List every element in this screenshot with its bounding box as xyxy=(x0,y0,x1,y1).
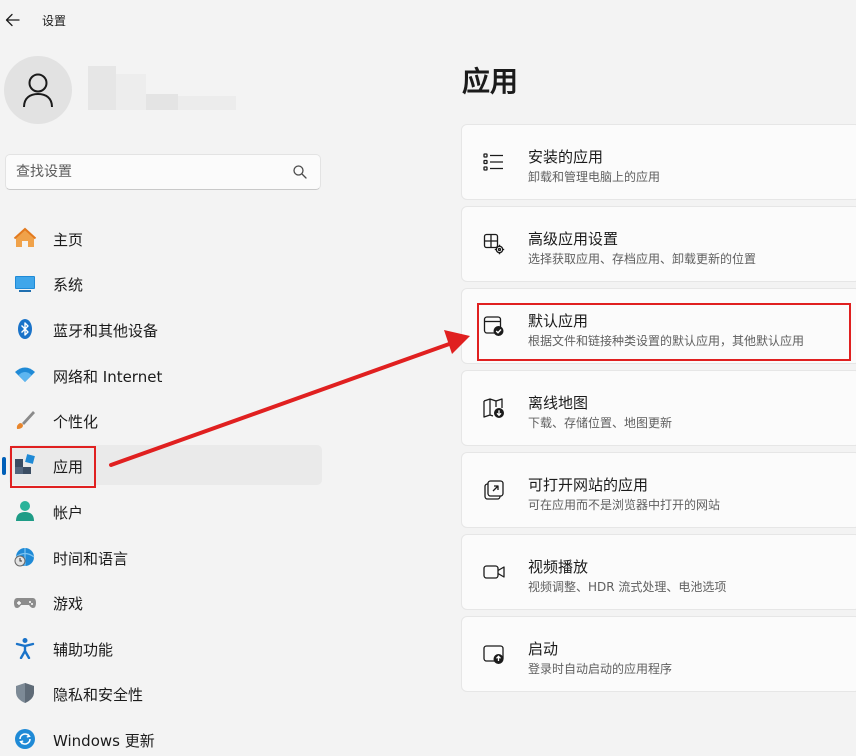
card-title: 启动 xyxy=(528,640,559,658)
advanced-app-settings-icon xyxy=(483,233,505,255)
sidebar-item-network[interactable]: 网络和 Internet xyxy=(9,355,322,395)
sidebar-item-time-language[interactable]: 时间和语言 xyxy=(9,537,322,577)
bluetooth-icon xyxy=(13,318,37,340)
card-offline-maps[interactable]: 离线地图 下载、存储位置、地图更新 xyxy=(461,370,856,446)
open-website-icon xyxy=(484,480,504,500)
card-title: 视频播放 xyxy=(528,558,589,576)
account-icon xyxy=(13,500,37,522)
card-startup[interactable]: 启动 登录时自动启动的应用程序 xyxy=(461,616,856,692)
sidebar-item-gaming[interactable]: 游戏 xyxy=(9,582,322,622)
card-subtitle: 视频调整、HDR 流式处理、电池选项 xyxy=(528,580,727,594)
sidebar-item-label: 隐私和安全性 xyxy=(53,686,144,704)
card-subtitle: 登录时自动启动的应用程序 xyxy=(528,662,673,676)
sidebar-item-label: 蓝牙和其他设备 xyxy=(53,322,159,340)
sidebar-item-privacy[interactable]: 隐私和安全性 xyxy=(9,673,322,713)
title-bar: 设置 xyxy=(0,0,856,40)
sidebar-item-bluetooth[interactable]: 蓝牙和其他设备 xyxy=(9,309,322,349)
card-subtitle: 卸载和管理电脑上的应用 xyxy=(528,170,661,184)
card-subtitle: 可在应用而不是浏览器中打开的网站 xyxy=(528,498,721,512)
sidebar-item-windows-update[interactable]: Windows 更新 xyxy=(9,719,322,756)
card-title: 离线地图 xyxy=(528,394,589,412)
wifi-icon xyxy=(13,364,37,386)
startup-icon xyxy=(483,645,504,664)
windows-update-icon xyxy=(13,728,37,750)
card-installed-apps[interactable]: 安装的应用 卸载和管理电脑上的应用 xyxy=(461,124,856,200)
card-subtitle: 下载、存储位置、地图更新 xyxy=(528,416,673,430)
card-video-playback[interactable]: 视频播放 视频调整、HDR 流式处理、电池选项 xyxy=(461,534,856,610)
window-title: 设置 xyxy=(42,14,67,28)
highlight-box-apps xyxy=(10,446,96,488)
card-apps-for-websites[interactable]: 可打开网站的应用 可在应用而不是浏览器中打开的网站 xyxy=(461,452,856,528)
card-advanced-app-settings[interactable]: 高级应用设置 选择获取应用、存档应用、卸载更新的位置 xyxy=(461,206,856,282)
sidebar-item-label: 帐户 xyxy=(53,504,84,522)
accessibility-icon xyxy=(13,637,37,659)
search-input[interactable] xyxy=(6,155,286,189)
active-indicator xyxy=(2,457,6,475)
list-icon xyxy=(483,153,503,171)
time-language-icon xyxy=(13,546,37,568)
card-title: 高级应用设置 xyxy=(528,230,619,248)
avatar[interactable] xyxy=(4,56,72,124)
sidebar-item-label: 辅助功能 xyxy=(53,641,114,659)
shield-icon xyxy=(13,682,37,704)
sidebar-item-label: 系统 xyxy=(53,276,84,294)
sidebar-item-accounts[interactable]: 帐户 xyxy=(9,491,322,531)
video-camera-icon xyxy=(483,565,505,579)
search-box[interactable] xyxy=(5,154,321,190)
offline-map-icon xyxy=(483,398,504,418)
back-arrow-icon xyxy=(5,13,20,27)
system-icon xyxy=(13,272,37,294)
highlight-box-default-apps xyxy=(477,303,851,361)
sidebar-item-personalization[interactable]: 个性化 xyxy=(9,400,322,440)
home-icon xyxy=(13,227,37,249)
sidebar-item-accessibility[interactable]: 辅助功能 xyxy=(9,628,322,668)
gamepad-icon xyxy=(13,591,37,613)
sidebar-item-label: 个性化 xyxy=(53,413,99,431)
sidebar-item-label: 游戏 xyxy=(53,595,84,613)
user-icon xyxy=(23,73,53,108)
card-subtitle: 选择获取应用、存档应用、卸载更新的位置 xyxy=(528,252,757,266)
search-icon[interactable] xyxy=(292,164,308,180)
brush-icon xyxy=(13,409,37,431)
blurred-username xyxy=(88,66,236,110)
sidebar-item-label: 时间和语言 xyxy=(53,550,129,568)
page-title: 应用 xyxy=(462,65,519,98)
sidebar-item-label: 网络和 Internet xyxy=(53,368,163,386)
sidebar-item-system[interactable]: 系统 xyxy=(9,263,322,303)
card-title: 可打开网站的应用 xyxy=(528,476,649,494)
card-title: 安装的应用 xyxy=(528,148,604,166)
sidebar-item-label: Windows 更新 xyxy=(53,732,155,750)
back-button[interactable] xyxy=(3,9,23,31)
sidebar-item-label: 主页 xyxy=(53,231,84,249)
sidebar-item-home[interactable]: 主页 xyxy=(9,218,322,258)
